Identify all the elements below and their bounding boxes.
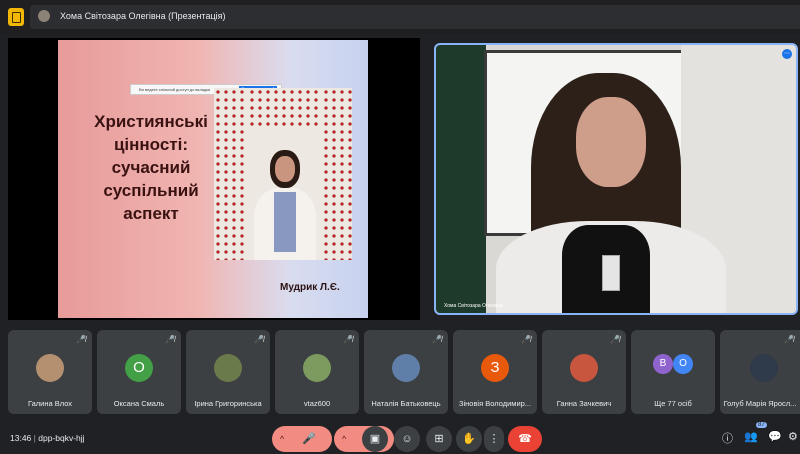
- people-icon[interactable]: 👥: [744, 430, 758, 443]
- people-count-badge: 87: [756, 422, 767, 428]
- presenter-avatar: [38, 10, 50, 22]
- captions-icon: ▣: [369, 433, 381, 445]
- slide-author: Мудрик Л.Є.: [280, 282, 340, 293]
- participant-name: Зіновія Володимир...: [458, 399, 532, 408]
- clock: 13:46: [10, 433, 32, 443]
- meeting-info: 13:46 | dpp-bqkv-hjj: [10, 433, 85, 443]
- end-call-icon: ☎: [518, 433, 532, 445]
- participant-name: Наталія Батьковець: [371, 399, 441, 408]
- avatar: [392, 354, 420, 382]
- speaker-name-label: Хома Світозара Олегівна: [444, 303, 503, 309]
- meeting-code[interactable]: dpp-bqkv-hjj: [38, 433, 84, 443]
- mic-off-icon: 🎤̸: [521, 335, 531, 344]
- avatar: [36, 354, 64, 382]
- mic-off-icon: 🎤̸: [254, 335, 264, 344]
- end-call-button[interactable]: ☎: [508, 426, 542, 452]
- mic-off-icon: 🎤̸: [165, 335, 175, 344]
- info-icon[interactable]: ⓘ: [722, 430, 733, 446]
- more-participants-tile[interactable]: В О Ще 77 осіб: [631, 330, 715, 414]
- more-icon: ⋮: [488, 433, 500, 445]
- avatar: [214, 354, 242, 382]
- presentation-app-icon[interactable]: [8, 8, 24, 26]
- participant-name: Голуб Марія Яросл...: [723, 399, 797, 408]
- avatar: О: [125, 354, 153, 382]
- mic-off-icon[interactable]: 🎤: [302, 426, 316, 452]
- participant-name: Ірина Григоринська: [194, 399, 262, 408]
- participant-name: Галина Влох: [27, 399, 73, 408]
- captions-button[interactable]: ▣: [362, 426, 388, 452]
- avatar: [303, 354, 331, 382]
- participant-name: Ганна Зачкевич: [556, 399, 612, 408]
- participant-tile[interactable]: 🎤̸ vtaz600: [275, 330, 359, 414]
- chevron-up-icon[interactable]: ^: [342, 426, 346, 452]
- more-options-button[interactable]: ⋮: [484, 426, 504, 452]
- mic-off-icon: 🎤̸: [784, 335, 794, 344]
- speaker-face: [576, 97, 646, 187]
- activities-icon[interactable]: ⚙: [788, 430, 798, 443]
- avatar: [750, 354, 778, 382]
- participant-tile[interactable]: 🎤̸ О Оксана Смаль: [97, 330, 181, 414]
- presentation-stage: Ви ведете спільний доступ до вкладки При…: [8, 38, 420, 320]
- avatar: [570, 354, 598, 382]
- presentation-title-bar[interactable]: Хома Світозара Олегівна (Презентація): [30, 5, 800, 29]
- participant-tile[interactable]: 🎤̸ Ірина Григоринська: [186, 330, 270, 414]
- speaker-video-tile[interactable]: ⋯ Хома Світозара Олегівна: [434, 43, 798, 315]
- bottom-toolbar: 13:46 | dpp-bqkv-hjj ^ 🎤 ^ ⊘ ▣ ☺ ⊞ ✋ ⋮ ☎…: [0, 420, 800, 454]
- mic-off-icon: 🎤̸: [76, 335, 86, 344]
- participant-tile[interactable]: 🎤̸ Галина Влох: [8, 330, 92, 414]
- raise-hand-button[interactable]: ✋: [456, 426, 482, 452]
- participant-tile[interactable]: 🎤̸ Ганна Зачкевич: [542, 330, 626, 414]
- participant-tile[interactable]: 🎤̸ Голуб Марія Яросл...: [720, 330, 800, 414]
- window-title: Хома Світозара Олегівна (Презентація): [60, 11, 226, 21]
- chat-icon[interactable]: 💬: [768, 430, 782, 443]
- more-options-icon[interactable]: ⋯: [782, 49, 792, 59]
- participant-tile[interactable]: 🎤̸ Наталія Батьковець: [364, 330, 448, 414]
- mic-control: ^ 🎤: [272, 426, 332, 452]
- avatar: В: [653, 354, 673, 374]
- participant-tile[interactable]: 🎤̸ З Зіновія Володимир...: [453, 330, 537, 414]
- top-bar: Хома Світозара Олегівна (Презентація): [0, 0, 800, 34]
- mic-off-icon: 🎤̸: [432, 335, 442, 344]
- presentation-slide: Ви ведете спільний доступ до вкладки При…: [58, 40, 368, 318]
- chevron-up-icon[interactable]: ^: [280, 426, 284, 452]
- mic-off-icon: 🎤̸: [610, 335, 620, 344]
- participant-name: vtaz600: [303, 399, 331, 408]
- slide-photo: [214, 88, 352, 260]
- hand-icon: ✋: [462, 433, 476, 445]
- slide-title: Християнські цінності: сучасний суспільн…: [94, 112, 208, 223]
- avatar: О: [673, 354, 693, 374]
- emoji-button[interactable]: ☺: [394, 426, 420, 452]
- avatar: З: [481, 354, 509, 382]
- present-icon: ⊞: [434, 433, 444, 445]
- emoji-icon: ☺: [401, 433, 413, 445]
- participant-name: Оксана Смаль: [113, 399, 165, 408]
- participant-name: Ще 77 осіб: [654, 399, 692, 408]
- mic-off-icon: 🎤̸: [343, 335, 353, 344]
- present-button[interactable]: ⊞: [426, 426, 452, 452]
